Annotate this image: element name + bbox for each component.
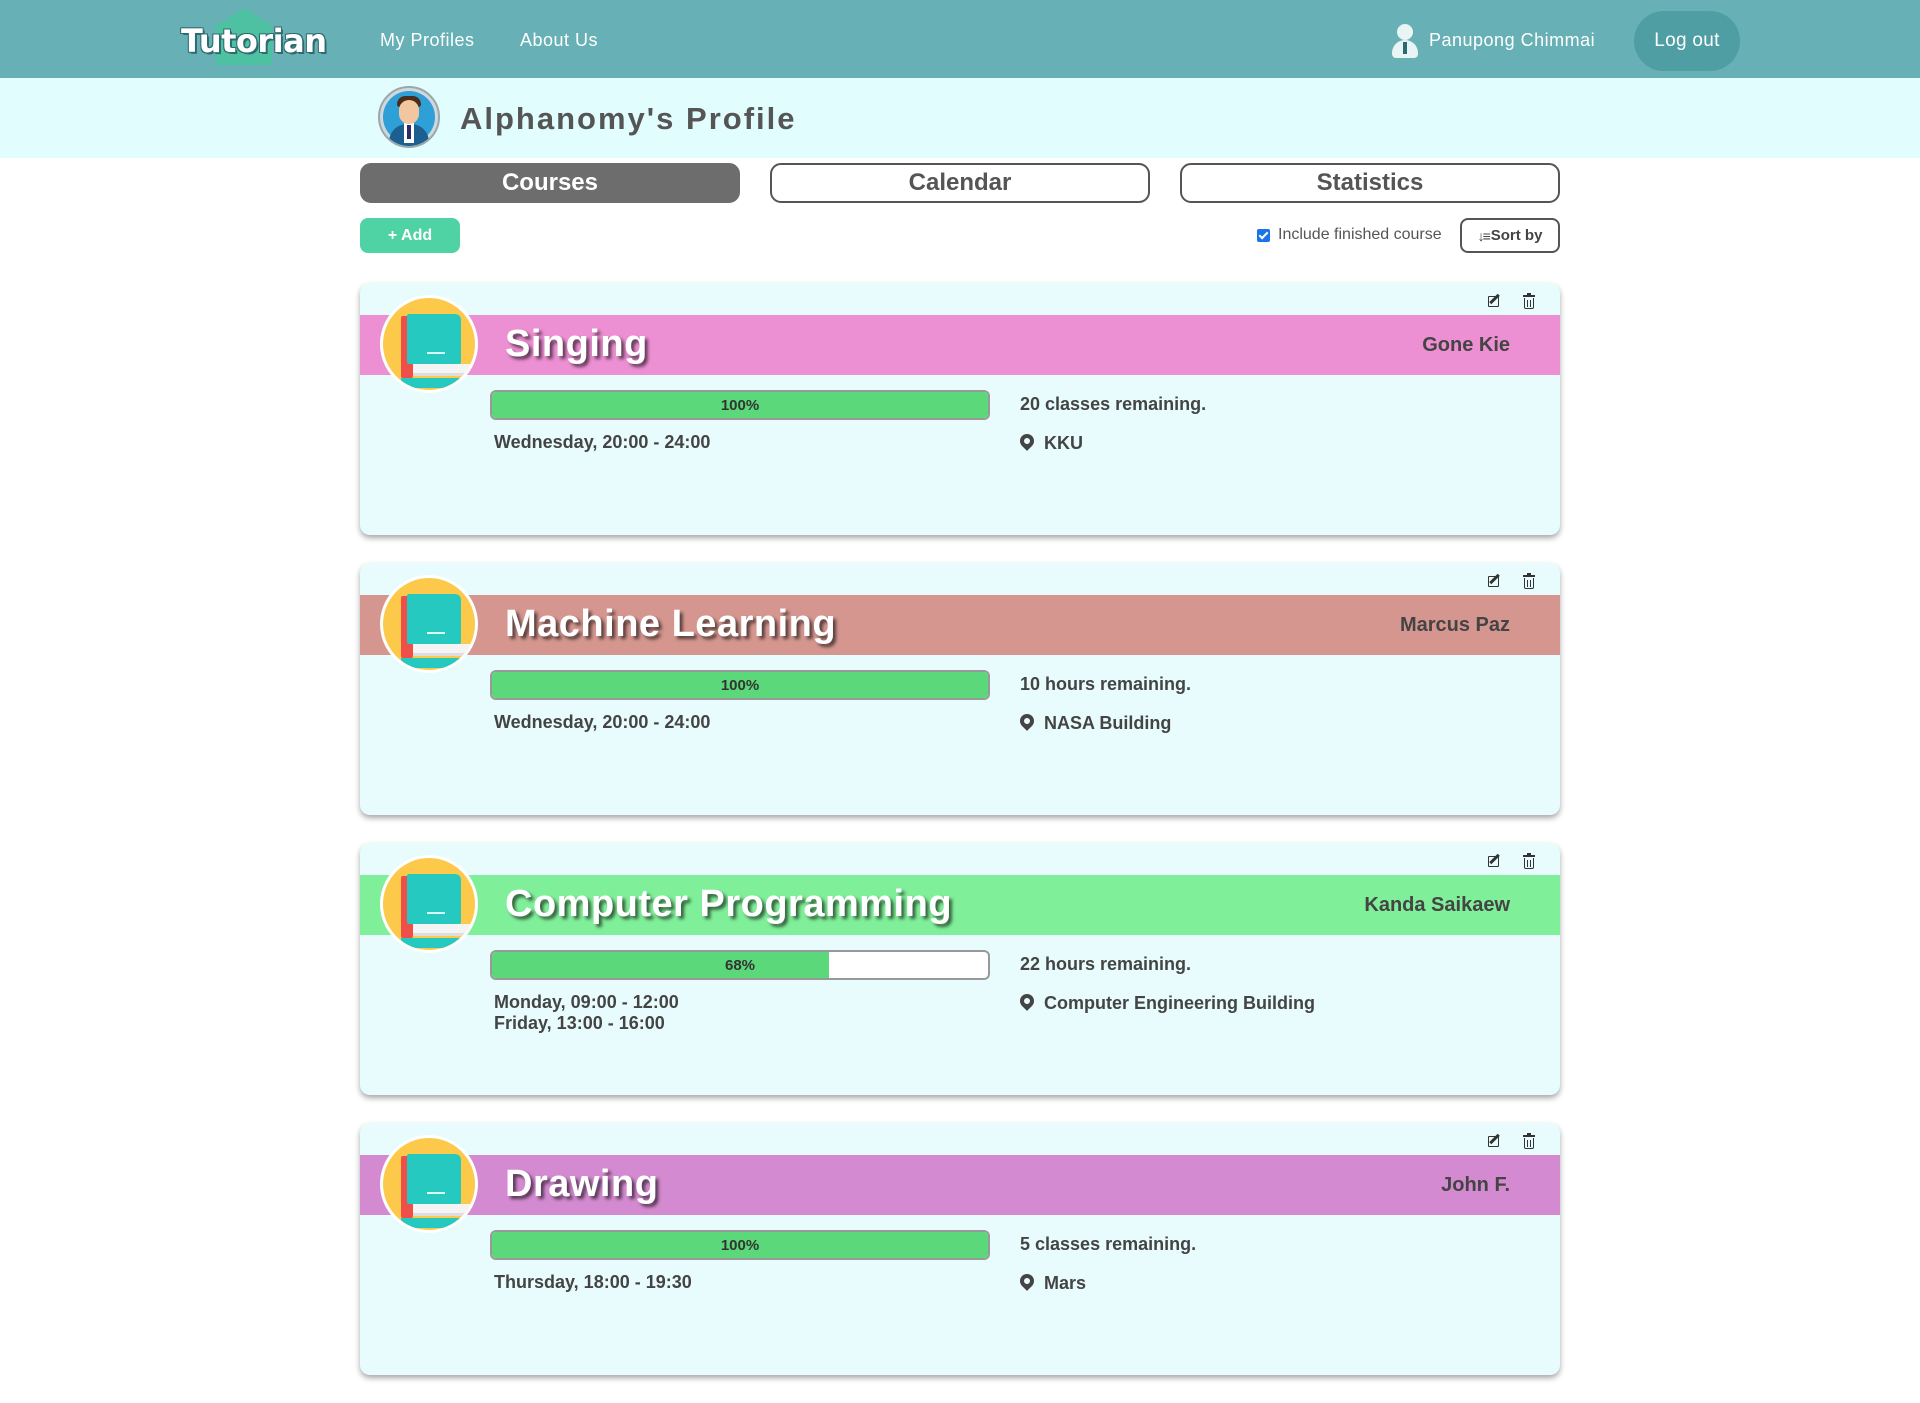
course-progress-bar: 100% (490, 390, 990, 420)
course-title[interactable]: Computer Programming (505, 883, 952, 926)
edit-icon[interactable] (1486, 1132, 1504, 1150)
course-remaining: 22 hours remaining. (1020, 954, 1192, 974)
tab-statistics[interactable]: Statistics (1180, 163, 1560, 203)
course-card[interactable]: Computer Programming Kanda Saikaew 68% M… (360, 843, 1560, 1095)
trash-icon[interactable] (1520, 572, 1538, 590)
profile-header (0, 78, 1920, 158)
profile-avatar (378, 86, 440, 148)
location-text: Mars (1044, 1273, 1087, 1293)
course-progress-bar: 100% (490, 670, 990, 700)
schedule-line: Wednesday, 20:00 - 24:00 (494, 712, 711, 732)
location-text: NASA Building (1044, 713, 1172, 733)
course-card[interactable]: Machine Learning Marcus Paz 100% Wednesd… (360, 563, 1560, 815)
trash-icon[interactable] (1520, 1132, 1538, 1150)
nav-link-my-profiles[interactable]: My Profiles (380, 30, 475, 51)
location-text: Computer Engineering Building (1044, 993, 1315, 1013)
include-finished-toggle[interactable]: Include finished course (1257, 226, 1442, 244)
course-card[interactable]: Singing Gone Kie 100% Wednesday, 20:00 -… (360, 283, 1560, 535)
course-location: Computer Engineering Building (1017, 990, 1315, 1014)
book-icon (380, 295, 478, 393)
book-icon (380, 1135, 478, 1233)
course-schedule: Wednesday, 20:00 - 24:00 (494, 712, 710, 733)
trash-icon[interactable] (1520, 292, 1538, 310)
course-schedule: Wednesday, 20:00 - 24:00 (494, 432, 710, 453)
edit-icon[interactable] (1486, 572, 1504, 590)
user-icon (1390, 24, 1420, 58)
sort-by-button[interactable]: ↓≡ Sort by (1460, 218, 1560, 253)
course-remaining: 5 classes remaining. (1020, 1234, 1197, 1254)
trash-icon[interactable] (1520, 852, 1538, 870)
tutorian-logo[interactable]: Tutorian (176, 8, 327, 70)
course-progress-bar: 100% (490, 1230, 990, 1260)
course-remaining: 20 classes remaining. (1020, 394, 1207, 414)
course-location: Mars (1017, 1270, 1087, 1294)
logo-text: Tutorian (181, 22, 327, 60)
course-location: KKU (1017, 430, 1083, 454)
location-text: KKU (1044, 433, 1083, 453)
course-schedule: Monday, 09:00 - 12:00 Friday, 13:00 - 16:… (494, 992, 679, 1034)
nav-link-about-us[interactable]: About Us (520, 30, 598, 51)
course-title[interactable]: Machine Learning (505, 603, 836, 646)
include-finished-checkbox[interactable] (1257, 228, 1270, 242)
schedule-line: Wednesday, 20:00 - 24:00 (494, 432, 711, 452)
course-tutor: Kanda Saikaew (1364, 894, 1510, 916)
sort-by-label: Sort by (1490, 227, 1543, 244)
location-pin-icon (1017, 430, 1037, 454)
navbar: Tutorian My Profiles About Us Panupong C… (0, 0, 1920, 78)
progress-label: 100% (720, 396, 760, 414)
schedule-line: Monday, 09:00 - 12:00 (494, 992, 679, 1012)
course-remaining: 10 hours remaining. (1020, 674, 1192, 694)
course-tutor: Marcus Paz (1399, 614, 1510, 636)
book-icon (380, 575, 478, 673)
schedule-line: Friday, 13:00 - 16:00 (494, 1013, 665, 1033)
profile-title: Alphanomy's Profile (460, 101, 797, 136)
user-name[interactable]: Panupong Chimmai (1429, 30, 1595, 51)
tab-calendar[interactable]: Calendar (770, 163, 1150, 203)
location-pin-icon (1017, 1270, 1037, 1294)
progress-label: 100% (720, 676, 760, 694)
progress-label: 100% (720, 1236, 760, 1254)
progress-label: 68% (724, 956, 756, 974)
location-pin-icon (1017, 710, 1037, 734)
sort-icon: ↓≡ (1477, 227, 1491, 244)
course-tutor: Gone Kie (1422, 334, 1510, 356)
course-card[interactable]: Drawing John F. 100% Thursday, 18:00 - 1… (360, 1123, 1560, 1375)
book-icon (380, 855, 478, 953)
add-course-button[interactable]: + Add (360, 218, 460, 253)
logout-button[interactable]: Log out (1634, 11, 1740, 71)
include-finished-label: Include finished course (1278, 226, 1442, 243)
course-location: NASA Building (1017, 710, 1172, 734)
course-title[interactable]: Drawing (505, 1163, 658, 1206)
course-schedule: Thursday, 18:00 - 19:30 (494, 1272, 692, 1293)
location-pin-icon (1017, 990, 1037, 1014)
course-title[interactable]: Singing (505, 323, 648, 366)
tab-courses[interactable]: Courses (360, 163, 740, 203)
course-tutor: John F. (1441, 1174, 1510, 1196)
schedule-line: Thursday, 18:00 - 19:30 (494, 1272, 692, 1292)
course-progress-bar: 68% (490, 950, 990, 980)
edit-icon[interactable] (1486, 292, 1504, 310)
edit-icon[interactable] (1486, 852, 1504, 870)
